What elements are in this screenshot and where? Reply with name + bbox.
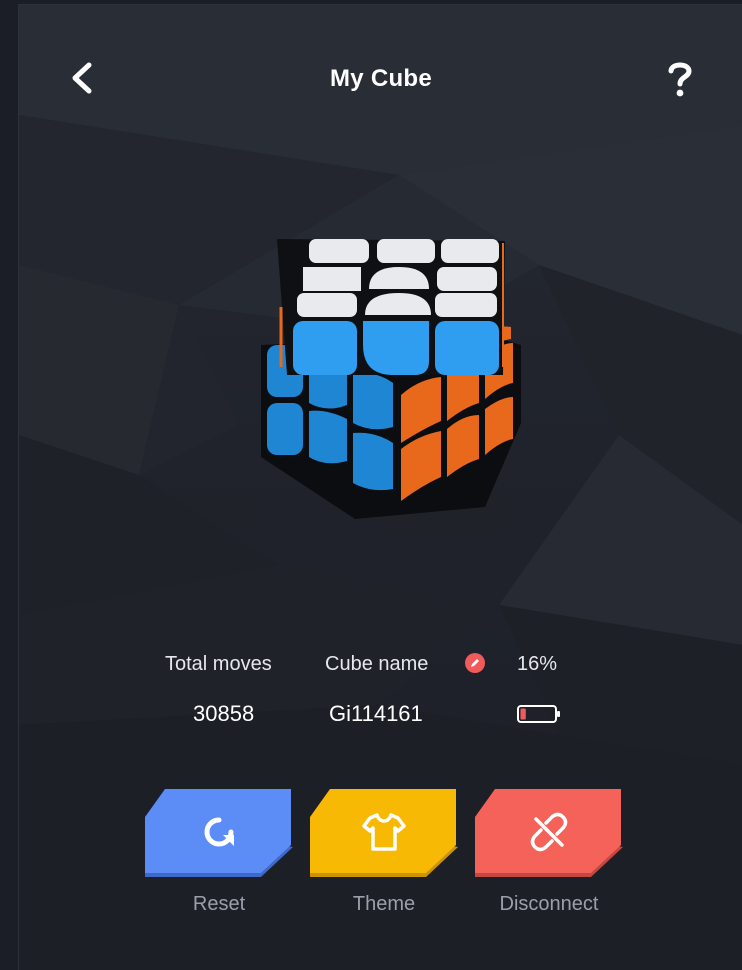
battery-level-fill <box>520 708 526 720</box>
battery-icon <box>517 705 560 723</box>
theme-button[interactable]: Theme <box>310 789 458 929</box>
reset-button[interactable]: Reset <box>145 789 293 929</box>
battery-percent: 16% <box>517 653 558 675</box>
cube-name-label: Cube name <box>325 653 429 675</box>
disconnect-label: Disconnect <box>499 893 599 915</box>
edit-cube-name-button[interactable] <box>465 653 485 673</box>
tshirt-icon <box>362 813 406 851</box>
cube-3d-model <box>261 239 521 519</box>
screen: My Cube Total moves 30858 Cube name Gi11… <box>18 4 742 970</box>
reset-label: Reset <box>192 893 246 915</box>
refresh-icon <box>204 817 234 847</box>
total-moves-label: Total moves <box>165 653 272 675</box>
page-title: My Cube <box>329 65 433 92</box>
top-bar: My Cube <box>19 45 742 115</box>
total-moves-value: 30858 <box>193 701 255 726</box>
back-button[interactable] <box>59 53 109 103</box>
disconnect-button[interactable]: Disconnect <box>475 789 623 929</box>
cube-top-face <box>297 239 499 317</box>
theme-label: Theme <box>352 893 416 915</box>
unlink-icon <box>530 812 568 852</box>
cube-front-face <box>293 321 499 375</box>
question-mark-icon <box>668 62 692 97</box>
cube-name-value: Gi114161 <box>329 701 423 726</box>
pencil-icon <box>465 653 485 673</box>
chevron-left-icon <box>72 62 92 94</box>
help-button[interactable] <box>655 53 705 103</box>
